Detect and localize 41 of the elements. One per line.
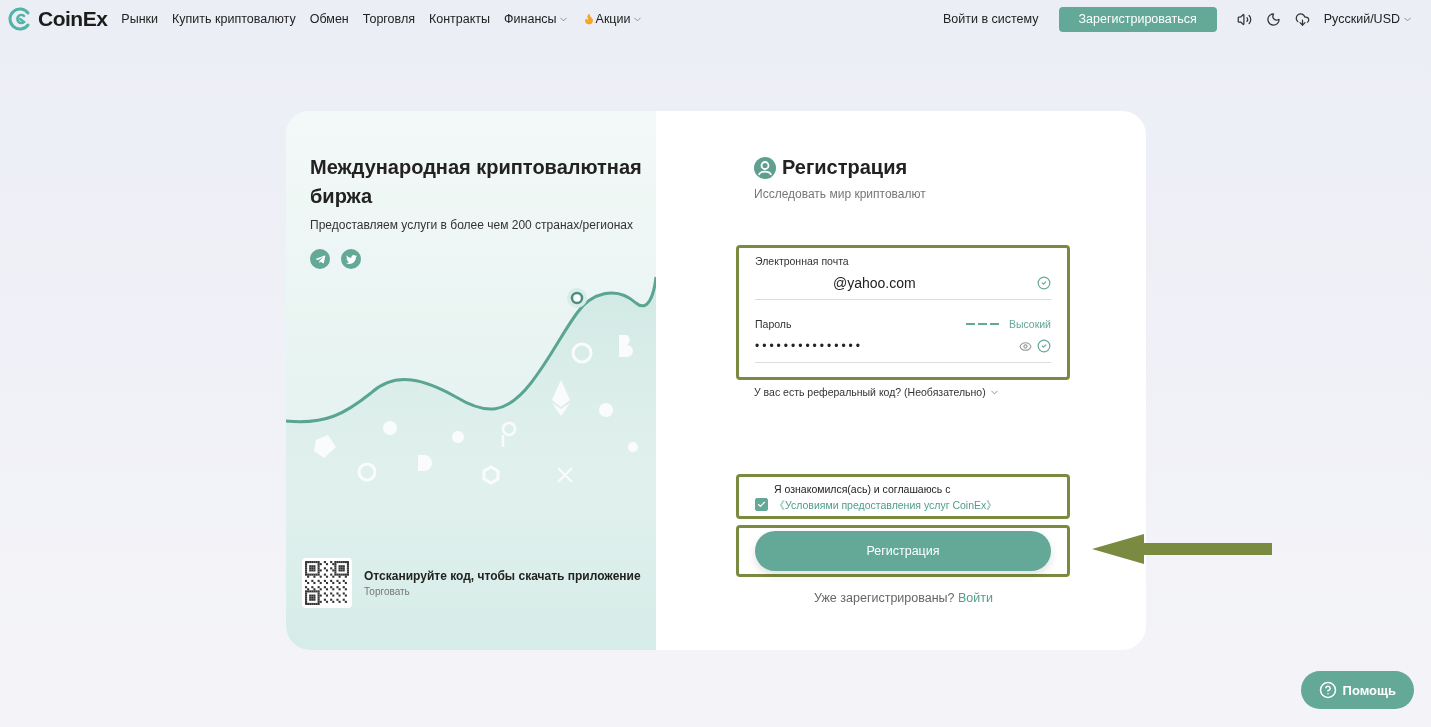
help-icon [1318,681,1337,699]
nav-link[interactable]: Контракты [429,12,491,26]
email-field[interactable]: @yahoo.com [755,267,1051,300]
user-icon [754,156,776,179]
moon-icon[interactable] [1265,11,1281,27]
referral-toggle[interactable]: У вас есть реферальный код? (Необязательно) [754,386,1146,398]
app-download-caption: Торговать [364,586,411,597]
twitter-icon[interactable] [341,249,361,269]
promo-subtitle: Предоставляем услуги в более чем 200 странах/регионах [310,217,634,233]
check-circle-icon [1037,276,1051,290]
login-prompt: Уже зарегистрированы? Войти [813,591,994,605]
qr-code [302,558,352,608]
promo-title: Международная криптовалютная биржа [310,155,643,209]
password-value: ••••••••••••••• [755,339,865,353]
password-label: Пароль [755,318,792,330]
language-selector[interactable]: Русский/USD [1323,12,1413,26]
email-label: Электронная почта [755,255,850,267]
telegram-icon[interactable] [310,249,330,269]
download-icon[interactable] [1294,11,1310,27]
password-field[interactable]: ••••••••••••••• [755,330,1051,363]
speaker-icon[interactable] [1236,11,1252,27]
nav-link[interactable]: Финансы [504,12,569,26]
nav-link[interactable]: Купить криптовалюту [172,12,296,26]
check-icon [757,500,766,509]
login-link[interactable]: Войти в систему [942,12,1039,26]
nav-link[interactable]: Обмен [309,12,349,26]
strength-label: Высокий [1008,318,1051,330]
app-download-title: Отсканируйте код, чтобы скачать приложение [364,569,641,583]
flame-icon [582,13,595,25]
terms-checkbox[interactable] [755,498,768,511]
form-title: Регистрация [782,156,908,179]
form-subtitle: Исследовать мир криптовалют [754,187,927,201]
eye-icon[interactable] [1019,339,1032,353]
email-value: @yahoo.com [832,275,917,291]
check-circle-icon [1037,339,1051,353]
nav-link[interactable]: Рынки [121,12,159,26]
logo-icon [8,7,32,31]
logo-text[interactable]: CoinEx [38,7,108,31]
terms-text: Я ознакомился(ась) и соглашаюсь с 《Условиями предоставления услуг CoinEx》 [774,482,999,513]
nav-link[interactable]: Акции [582,12,643,26]
nav-link[interactable]: Торговля [362,12,415,26]
